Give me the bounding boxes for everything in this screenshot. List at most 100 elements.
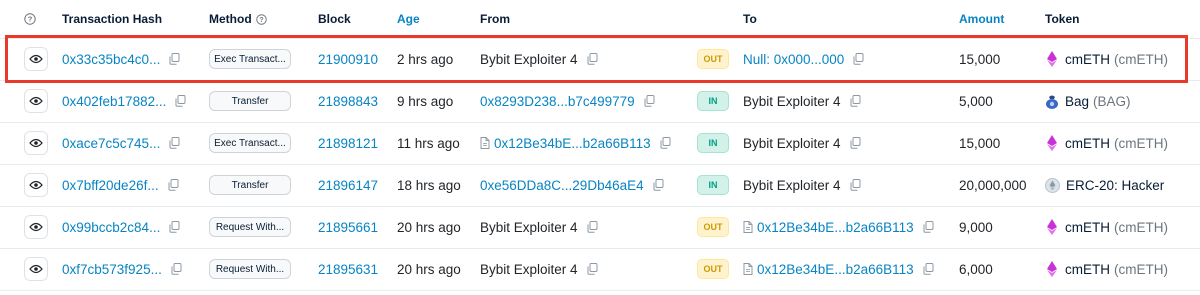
amount-cell: 9,000 bbox=[959, 206, 993, 248]
method-badge: Exec Transact... bbox=[209, 133, 291, 153]
preview-cell bbox=[24, 248, 48, 290]
transaction-hash-link[interactable]: 0x33c35bc4c0... bbox=[62, 52, 160, 67]
block-cell: 21895661 bbox=[318, 206, 378, 248]
copy-icon[interactable] bbox=[169, 221, 180, 233]
help-icon[interactable]: ? bbox=[255, 13, 267, 25]
copy-icon[interactable] bbox=[644, 95, 655, 107]
age-text: 11 hrs ago bbox=[397, 135, 460, 151]
token-cell[interactable]: Bag (BAG) bbox=[1045, 80, 1131, 122]
to-address[interactable]: 0x12Be34bE...b2a66B113 bbox=[757, 220, 914, 235]
from-address[interactable]: 0x8293D238...b7c499779 bbox=[480, 94, 635, 109]
contract-icon bbox=[480, 137, 490, 149]
eye-icon[interactable] bbox=[24, 173, 48, 197]
eye-icon[interactable] bbox=[24, 131, 48, 155]
copy-icon[interactable] bbox=[169, 137, 180, 149]
block-link[interactable]: 21900910 bbox=[318, 52, 378, 67]
amount-value: 15,000 bbox=[959, 135, 1001, 151]
from-address[interactable]: 0xe56DDa8C...29Db46aE4 bbox=[480, 178, 644, 193]
transaction-hash-link[interactable]: 0x7bff20de26f... bbox=[62, 178, 159, 193]
to-address[interactable]: 0x12Be34bE...b2a66B113 bbox=[757, 262, 914, 277]
eye-icon[interactable] bbox=[24, 257, 48, 281]
copy-icon[interactable] bbox=[587, 221, 598, 233]
eye-icon[interactable] bbox=[24, 89, 48, 113]
amount-cell: 6,000 bbox=[959, 248, 993, 290]
amount-value: 9,000 bbox=[959, 219, 993, 235]
contract-icon bbox=[743, 221, 753, 233]
token-symbol: (cmETH) bbox=[1114, 219, 1168, 235]
age-text: 9 hrs ago bbox=[397, 93, 454, 109]
hash-cell: 0x7bff20de26f... bbox=[62, 164, 179, 206]
token-name[interactable]: ERC-20: Hacker bbox=[1066, 178, 1164, 193]
token-name[interactable]: cmETH bbox=[1065, 220, 1110, 235]
table-row: 0x99bccb2c84... Request With... 21895661 20… bbox=[0, 206, 1200, 249]
block-link[interactable]: 21896147 bbox=[318, 178, 378, 193]
transaction-hash-link[interactable]: 0xf7cb573f925... bbox=[62, 262, 162, 277]
header-method: Method ? bbox=[209, 0, 267, 38]
hash-cell: 0x99bccb2c84... bbox=[62, 206, 180, 248]
copy-icon[interactable] bbox=[587, 263, 598, 275]
from-address[interactable]: 0x12Be34bE...b2a66B113 bbox=[494, 136, 651, 151]
token-name[interactable]: cmETH bbox=[1065, 136, 1110, 151]
copy-icon[interactable] bbox=[923, 221, 934, 233]
token-cell[interactable]: cmETH (cmETH) bbox=[1045, 206, 1168, 248]
direction-badge: IN bbox=[697, 175, 729, 195]
copy-icon[interactable] bbox=[587, 53, 598, 65]
token-name[interactable]: cmETH bbox=[1065, 52, 1110, 67]
block-link[interactable]: 21895631 bbox=[318, 262, 378, 277]
copy-icon[interactable] bbox=[171, 263, 182, 275]
copy-icon[interactable] bbox=[850, 137, 861, 149]
copy-icon[interactable] bbox=[653, 179, 664, 191]
block-link[interactable]: 21898843 bbox=[318, 94, 378, 109]
hash-cell: 0xace7c5c745... bbox=[62, 122, 180, 164]
to-cell: 0x12Be34bE...b2a66B113 bbox=[743, 248, 934, 290]
method-badge: Transfer bbox=[209, 175, 291, 195]
token-name[interactable]: cmETH bbox=[1065, 262, 1110, 277]
bag-icon bbox=[1045, 94, 1059, 109]
direction-badge: OUT bbox=[697, 217, 729, 237]
age-cell: 18 hrs ago bbox=[397, 164, 461, 206]
copy-icon[interactable] bbox=[175, 95, 186, 107]
transaction-hash-link[interactable]: 0xace7c5c745... bbox=[62, 136, 160, 151]
table-row: 0xace7c5c745... Exec Transact... 21898121 1… bbox=[0, 122, 1200, 165]
cmeth-icon bbox=[1045, 261, 1059, 277]
token-cell[interactable]: cmETH (cmETH) bbox=[1045, 38, 1168, 80]
svg-text:?: ? bbox=[28, 15, 33, 24]
header-amount-toggle[interactable]: Amount bbox=[959, 0, 1004, 38]
token-name[interactable]: Bag bbox=[1065, 94, 1089, 109]
transaction-hash-link[interactable]: 0x99bccb2c84... bbox=[62, 220, 160, 235]
direction-cell: OUT bbox=[697, 38, 729, 80]
header-age-toggle[interactable]: Age bbox=[397, 0, 420, 38]
copy-icon[interactable] bbox=[850, 179, 861, 191]
block-link[interactable]: 21895661 bbox=[318, 220, 378, 235]
token-cell[interactable]: cmETH (cmETH) bbox=[1045, 122, 1168, 164]
hash-cell: 0x402feb17882... bbox=[62, 80, 186, 122]
age-text: 20 hrs ago bbox=[397, 219, 461, 235]
table-row: 0xf7cb573f925... Request With... 21895631 2… bbox=[0, 248, 1200, 291]
eye-icon[interactable] bbox=[24, 47, 48, 71]
copy-icon[interactable] bbox=[168, 179, 179, 191]
copy-icon[interactable] bbox=[850, 95, 861, 107]
copy-icon[interactable] bbox=[923, 263, 934, 275]
method-badge: Transfer bbox=[209, 91, 291, 111]
transaction-hash-link[interactable]: 0x402feb17882... bbox=[62, 94, 166, 109]
copy-icon[interactable] bbox=[169, 53, 180, 65]
block-link[interactable]: 21898121 bbox=[318, 136, 378, 151]
token-cell[interactable]: ERC-20: Hacker bbox=[1045, 164, 1164, 206]
copy-icon[interactable] bbox=[853, 53, 864, 65]
header-transaction-hash: Transaction Hash bbox=[62, 12, 163, 26]
block-cell: 21898843 bbox=[318, 80, 378, 122]
method-cell: Request With... bbox=[209, 206, 291, 248]
age-cell: 9 hrs ago bbox=[397, 80, 453, 122]
age-cell: 20 hrs ago bbox=[397, 206, 461, 248]
from-cell: Bybit Exploiter 4 bbox=[480, 248, 598, 290]
svg-text:?: ? bbox=[259, 16, 263, 23]
cmeth-icon bbox=[1045, 135, 1059, 151]
copy-icon[interactable] bbox=[660, 137, 671, 149]
to-address[interactable]: Null: 0x000...000 bbox=[743, 52, 844, 67]
token-cell[interactable]: cmETH (cmETH) bbox=[1045, 248, 1168, 290]
amount-cell: 5,000 bbox=[959, 80, 993, 122]
header-token: Token bbox=[1045, 12, 1080, 26]
amount-value: 5,000 bbox=[959, 93, 993, 109]
eye-icon[interactable] bbox=[24, 215, 48, 239]
info-icon[interactable]: ? bbox=[24, 0, 36, 38]
